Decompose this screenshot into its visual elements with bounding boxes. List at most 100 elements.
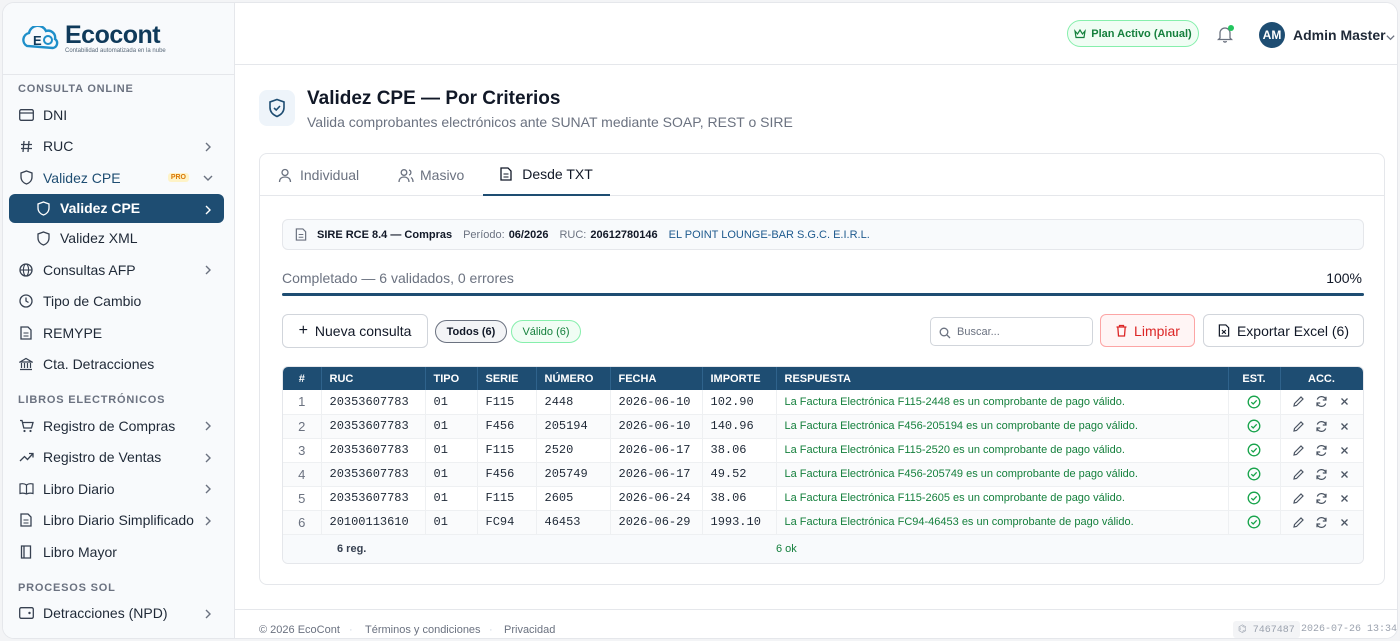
cell-serie: FC94 xyxy=(477,510,537,535)
refresh-icon[interactable] xyxy=(1315,467,1329,481)
sidebar-item-label: Libro Mayor xyxy=(43,543,117,560)
col-numero[interactable]: NÚMERO xyxy=(536,367,611,390)
sidebar-item-detracciones-npd[interactable]: Detracciones (NPD) xyxy=(3,598,234,630)
sidebar-item-dni[interactable]: DNI xyxy=(3,99,234,131)
col-fecha[interactable]: FECHA xyxy=(610,367,703,390)
period-label: Período: xyxy=(463,228,505,241)
sidebar-item-ruc[interactable]: RUC xyxy=(3,131,234,163)
col-tipo[interactable]: TIPO xyxy=(425,367,478,390)
close-icon[interactable] xyxy=(1338,419,1352,433)
check-circle-icon xyxy=(1247,515,1261,529)
sidebar-item-libro-diario-simplificado[interactable]: Libro Diario Simplificado xyxy=(3,505,234,537)
cell-fecha: 2026-06-24 xyxy=(610,486,703,511)
edit-icon[interactable] xyxy=(1292,419,1306,433)
new-query-button[interactable]: + Nueva consulta xyxy=(282,314,428,348)
cell-respuesta: La Factura Electrónica F115-2520 es un c… xyxy=(776,438,1229,463)
section-consulta-online: CONSULTA ONLINE xyxy=(18,83,134,95)
col-serie[interactable]: SERIE xyxy=(477,367,537,390)
search-input[interactable] xyxy=(957,325,1087,338)
table-footer-row: 6 reg. 6 ok xyxy=(283,534,1363,563)
col-respuesta[interactable]: RESPUESTA xyxy=(776,367,1229,390)
close-icon[interactable] xyxy=(1338,515,1352,529)
refresh-icon[interactable] xyxy=(1315,443,1329,457)
cell-fecha: 2026-06-17 xyxy=(610,438,703,463)
refresh-icon[interactable] xyxy=(1315,419,1329,433)
cell-acciones xyxy=(1280,390,1363,415)
separator: · xyxy=(489,624,493,636)
sidebar-item-validez-cpe[interactable]: Validez CPE PRO xyxy=(3,162,234,194)
close-icon[interactable] xyxy=(1338,443,1352,457)
cell-serie: F115 xyxy=(477,486,537,511)
edit-icon[interactable] xyxy=(1292,467,1306,481)
table-row[interactable]: 3 20353607783 01 F115 2520 2026-06-17 38.06 La … xyxy=(283,438,1363,463)
close-icon[interactable] xyxy=(1338,395,1352,409)
sidebar-item-consultas-afp[interactable]: Consultas AFP xyxy=(3,254,234,286)
sidebar-item-validez-xml[interactable]: Validez XML xyxy=(3,223,234,255)
cell-respuesta: La Factura Electrónica FC94-46453 es un … xyxy=(776,510,1229,535)
plan-badge[interactable]: Plan Activo (Anual) xyxy=(1067,20,1199,47)
cell-fecha: 2026-06-10 xyxy=(610,390,703,415)
table-row[interactable]: 6 20100113610 01 FC94 46453 2026-06-29 1993.10… xyxy=(283,510,1363,535)
export-excel-button[interactable]: Exportar Excel (6) xyxy=(1203,314,1364,347)
cart-icon xyxy=(18,418,34,434)
tab-masivo[interactable]: Masivo xyxy=(398,154,464,196)
brand-logo[interactable]: E Ecocont Contabilidad automatizada en l… xyxy=(3,3,234,75)
ruc-value: 20612780146 xyxy=(590,228,658,241)
table-row[interactable]: 2 20353607783 01 F456 205194 2026-06-10 140.96… xyxy=(283,414,1363,439)
refresh-icon[interactable] xyxy=(1315,395,1329,409)
avatar[interactable]: AM xyxy=(1259,22,1285,48)
edit-icon[interactable] xyxy=(1292,395,1306,409)
sidebar: E Ecocont Contabilidad automatizada en l… xyxy=(3,3,235,638)
edit-icon[interactable] xyxy=(1292,515,1306,529)
filter-all-chip[interactable]: Todos (6) xyxy=(435,320,507,343)
close-icon[interactable] xyxy=(1338,467,1352,481)
sidebar-item-validez-cpe-sub[interactable]: Validez CPE xyxy=(9,193,224,223)
sidebar-item-libro-diario[interactable]: Libro Diario xyxy=(3,473,234,505)
clear-label: Limpiar xyxy=(1134,322,1180,339)
plan-label: Plan Activo (Anual) xyxy=(1091,27,1192,40)
chevron-right-icon xyxy=(202,451,214,463)
check-circle-icon xyxy=(1247,467,1261,481)
chevron-down-icon[interactable] xyxy=(1385,30,1396,41)
cell-estado xyxy=(1228,438,1281,463)
tab-individual[interactable]: Individual xyxy=(278,154,359,196)
terms-link[interactable]: Términos y condiciones xyxy=(365,624,481,636)
sidebar-item-remype[interactable]: REMYPE xyxy=(3,317,234,349)
sidebar-item-registro-compras[interactable]: Registro de Compras xyxy=(3,410,234,442)
filter-valid-chip[interactable]: Válido (6) xyxy=(511,320,581,343)
brand-tagline: Contabilidad automatizada en la nube xyxy=(65,48,166,54)
sidebar-item-label: Cta. Detracciones xyxy=(43,356,155,373)
sidebar-item-cta-detracciones[interactable]: Cta. Detracciones xyxy=(3,349,234,381)
edit-icon[interactable] xyxy=(1292,491,1306,505)
col-importe[interactable]: IMPORTE xyxy=(702,367,777,390)
user-name[interactable]: Admin Master xyxy=(1293,27,1386,43)
edit-icon[interactable] xyxy=(1292,443,1306,457)
refresh-icon[interactable] xyxy=(1315,491,1329,505)
close-icon[interactable] xyxy=(1338,491,1352,505)
cell-tipo: 01 xyxy=(425,414,478,439)
cell-numero: 2605 xyxy=(536,486,611,511)
trash-icon xyxy=(1115,324,1128,337)
sidebar-item-label: Tipo de Cambio xyxy=(43,293,142,310)
col-ruc[interactable]: RUC xyxy=(321,367,426,390)
table-row[interactable]: 4 20353607783 01 F456 205749 2026-06-17 49.52 L… xyxy=(283,462,1363,487)
validation-card: Individual Masivo Desde TXT SIRE RCE 8.4… xyxy=(259,153,1385,585)
sidebar-item-tipo-cambio[interactable]: Tipo de Cambio xyxy=(3,286,234,318)
search-box[interactable] xyxy=(930,317,1093,346)
cell-tipo: 01 xyxy=(425,438,478,463)
col-estado[interactable]: EST. xyxy=(1228,367,1281,390)
shield-icon xyxy=(35,230,51,246)
cell-numero: 2448 xyxy=(536,390,611,415)
refresh-icon[interactable] xyxy=(1315,515,1329,529)
table-row[interactable]: 1 20353607783 01 F115 2448 2026-06-10 102.90 La… xyxy=(283,390,1363,415)
tab-desde-txt[interactable]: Desde TXT xyxy=(483,154,610,196)
sidebar-item-libro-mayor[interactable]: Libro Mayor xyxy=(3,536,234,568)
table-row[interactable]: 5 20353607783 01 F115 2605 2026-06-24 38.06 La … xyxy=(283,486,1363,511)
clear-button[interactable]: Limpiar xyxy=(1100,314,1195,347)
col-num[interactable]: # xyxy=(283,367,322,390)
trend-up-icon xyxy=(18,449,34,465)
privacy-link[interactable]: Privacidad xyxy=(504,624,555,636)
sidebar-item-label: Detracciones (NPD) xyxy=(43,605,168,622)
cell-estado xyxy=(1228,414,1281,439)
sidebar-item-registro-ventas[interactable]: Registro de Ventas xyxy=(3,442,234,474)
